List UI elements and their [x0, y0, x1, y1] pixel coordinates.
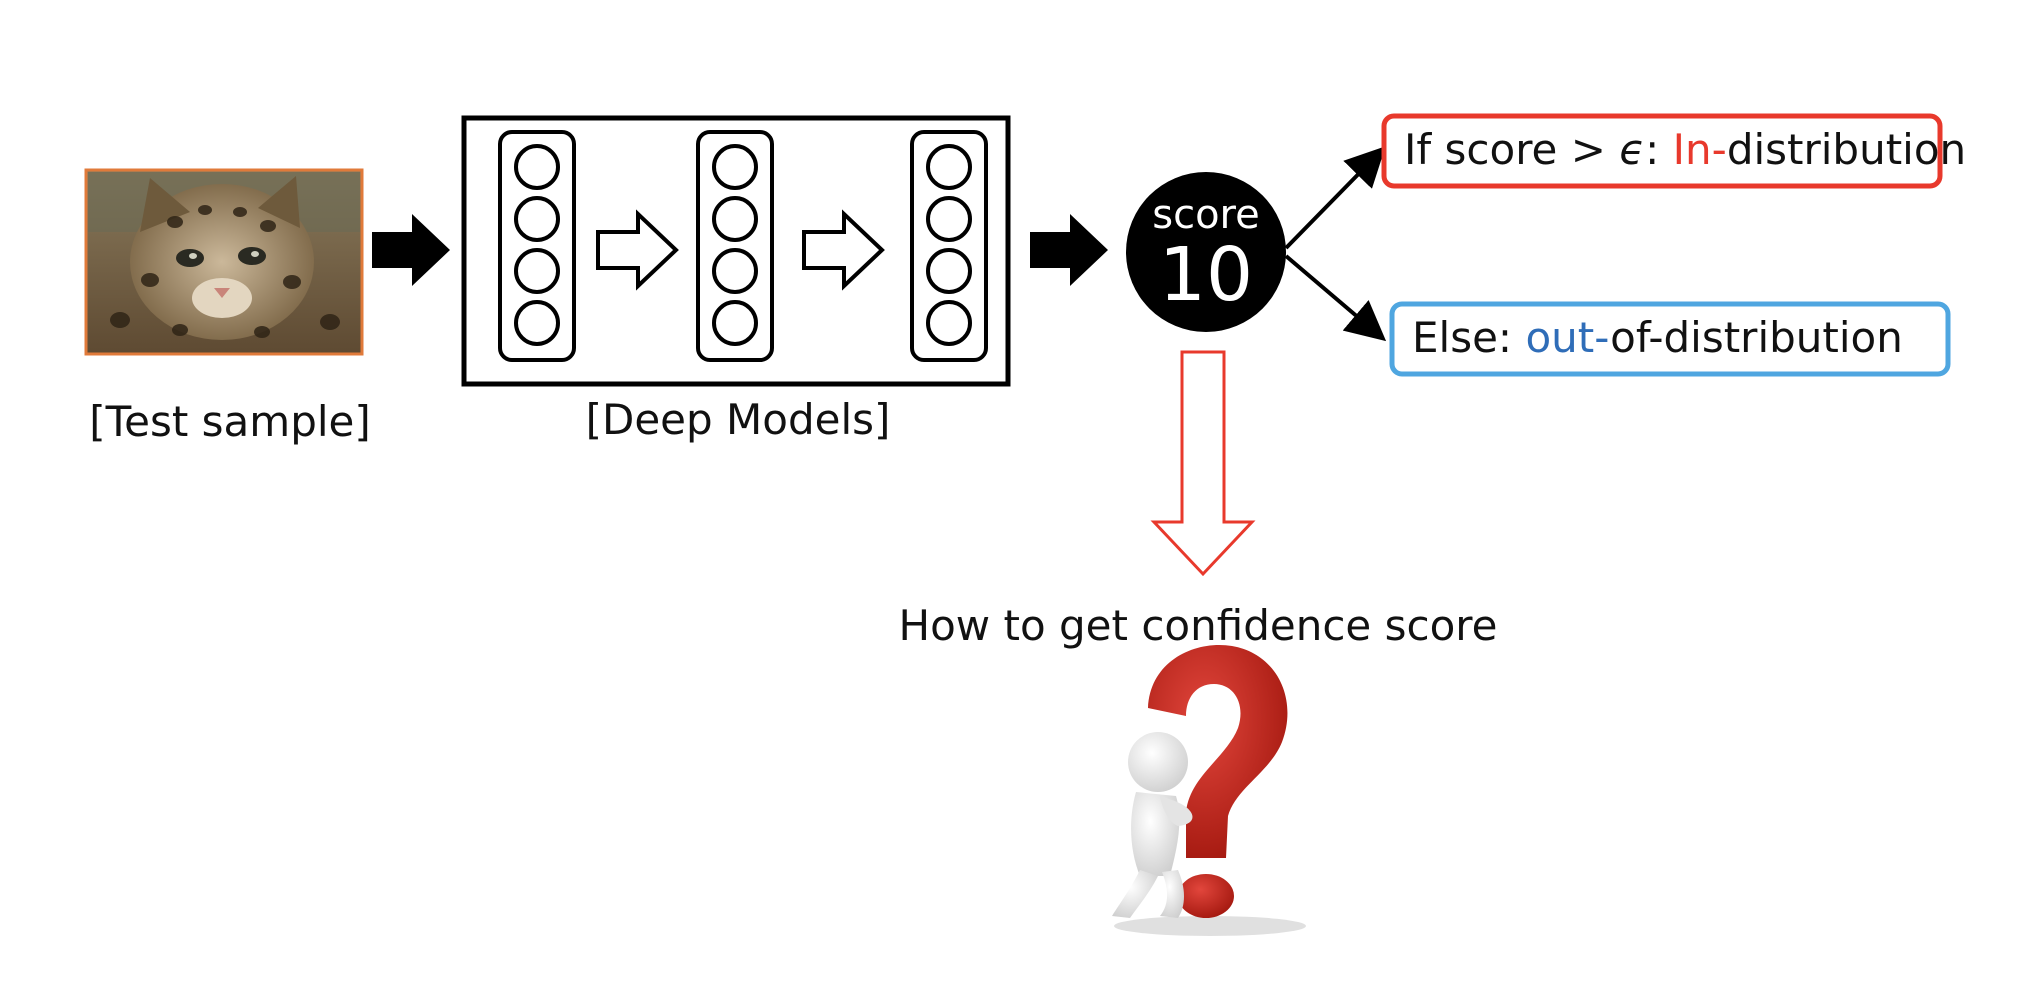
in-suffix: distribution: [1727, 125, 1966, 174]
neuron: [926, 300, 972, 346]
test-sample-label: [Test sample]: [89, 397, 371, 446]
in-colon: :: [1645, 125, 1673, 174]
person-head: [1128, 732, 1188, 792]
out-suffix: of-distribution: [1610, 313, 1903, 362]
in-prefix: If score >: [1404, 125, 1619, 174]
question-caption: How to get confidence score: [899, 601, 1498, 650]
model-layer-3: [910, 130, 988, 362]
down-arrow: [1150, 350, 1256, 577]
thinking-person-question-icon: [1112, 644, 1306, 936]
model-layer-2: [696, 130, 774, 362]
out-of-distribution-text: Else: out-of-distribution: [1412, 313, 1903, 362]
out-prefix: Else:: [1412, 313, 1525, 362]
neuron: [926, 196, 972, 242]
out-highlight: out-: [1525, 313, 1610, 362]
epsilon-symbol: ϵ: [1619, 125, 1645, 174]
neuron: [926, 144, 972, 190]
neuron: [514, 248, 560, 294]
ood-detection-diagram: [Test sample] [Deep Models] score 10 If …: [84, 113, 1966, 936]
neuron: [712, 144, 758, 190]
model-layer-1: [498, 130, 576, 362]
neuron: [514, 144, 560, 190]
neuron: [514, 300, 560, 346]
arrow-to-score: [1030, 214, 1108, 286]
neuron: [712, 300, 758, 346]
in-highlight: In-: [1673, 125, 1727, 174]
test-sample-image: [84, 168, 364, 356]
score-value: 10: [1159, 232, 1253, 318]
arrow-to-model: [372, 214, 450, 286]
in-distribution-text: If score > ϵ: In-distribution: [1404, 125, 1966, 174]
neuron: [712, 196, 758, 242]
branch-arrow-out: [1284, 254, 1387, 342]
neuron: [926, 248, 972, 294]
deep-model-label: [Deep Models]: [586, 395, 891, 444]
neuron: [712, 248, 758, 294]
branch-arrow-in: [1284, 146, 1386, 250]
question-mark-dot: [1178, 874, 1234, 918]
neuron: [514, 196, 560, 242]
